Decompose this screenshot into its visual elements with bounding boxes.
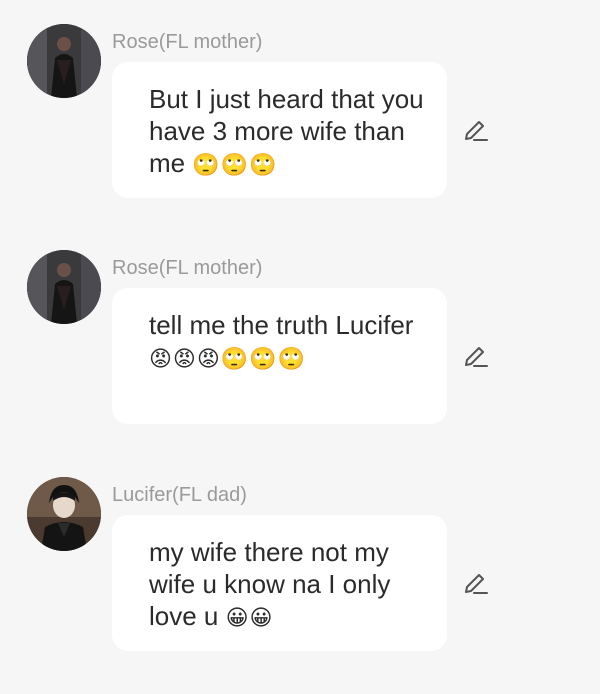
dark-figure-avatar-icon — [27, 24, 101, 98]
avatar[interactable] — [27, 250, 101, 324]
message-text: But I just heard that you have 3 more wi… — [149, 84, 424, 178]
emoji-group: 🙄🙄🙄 — [192, 153, 278, 178]
message-bubble[interactable]: But I just heard that you have 3 more wi… — [112, 62, 447, 198]
avatar[interactable] — [27, 24, 101, 98]
emoji-group: 😀😀 — [225, 606, 274, 631]
sender-name: Rose(FL mother) — [112, 257, 263, 279]
dark-figure-avatar-icon — [27, 250, 101, 324]
emoji-group: 😡😡😡🙄🙄🙄 — [149, 347, 306, 372]
message-text: tell me the truth Lucifer — [149, 310, 414, 340]
chat-message: Lucifer(FL dad) my wife there not my wif… — [0, 477, 600, 657]
message-bubble[interactable]: my wife there not my wife u know na I on… — [112, 515, 447, 651]
chat-message: Rose(FL mother) But I just heard that yo… — [0, 24, 600, 204]
avatar[interactable] — [27, 477, 101, 551]
sender-name: Rose(FL mother) — [112, 31, 263, 53]
pencil-icon[interactable] — [462, 343, 490, 371]
man-in-suit-avatar-icon — [27, 477, 101, 551]
pencil-icon[interactable] — [462, 117, 490, 145]
sender-name: Lucifer(FL dad) — [112, 484, 247, 506]
pencil-icon[interactable] — [462, 570, 490, 598]
message-bubble[interactable]: tell me the truth Lucifer 😡😡😡🙄🙄🙄 — [112, 288, 447, 424]
chat-message: Rose(FL mother) tell me the truth Lucife… — [0, 250, 600, 430]
